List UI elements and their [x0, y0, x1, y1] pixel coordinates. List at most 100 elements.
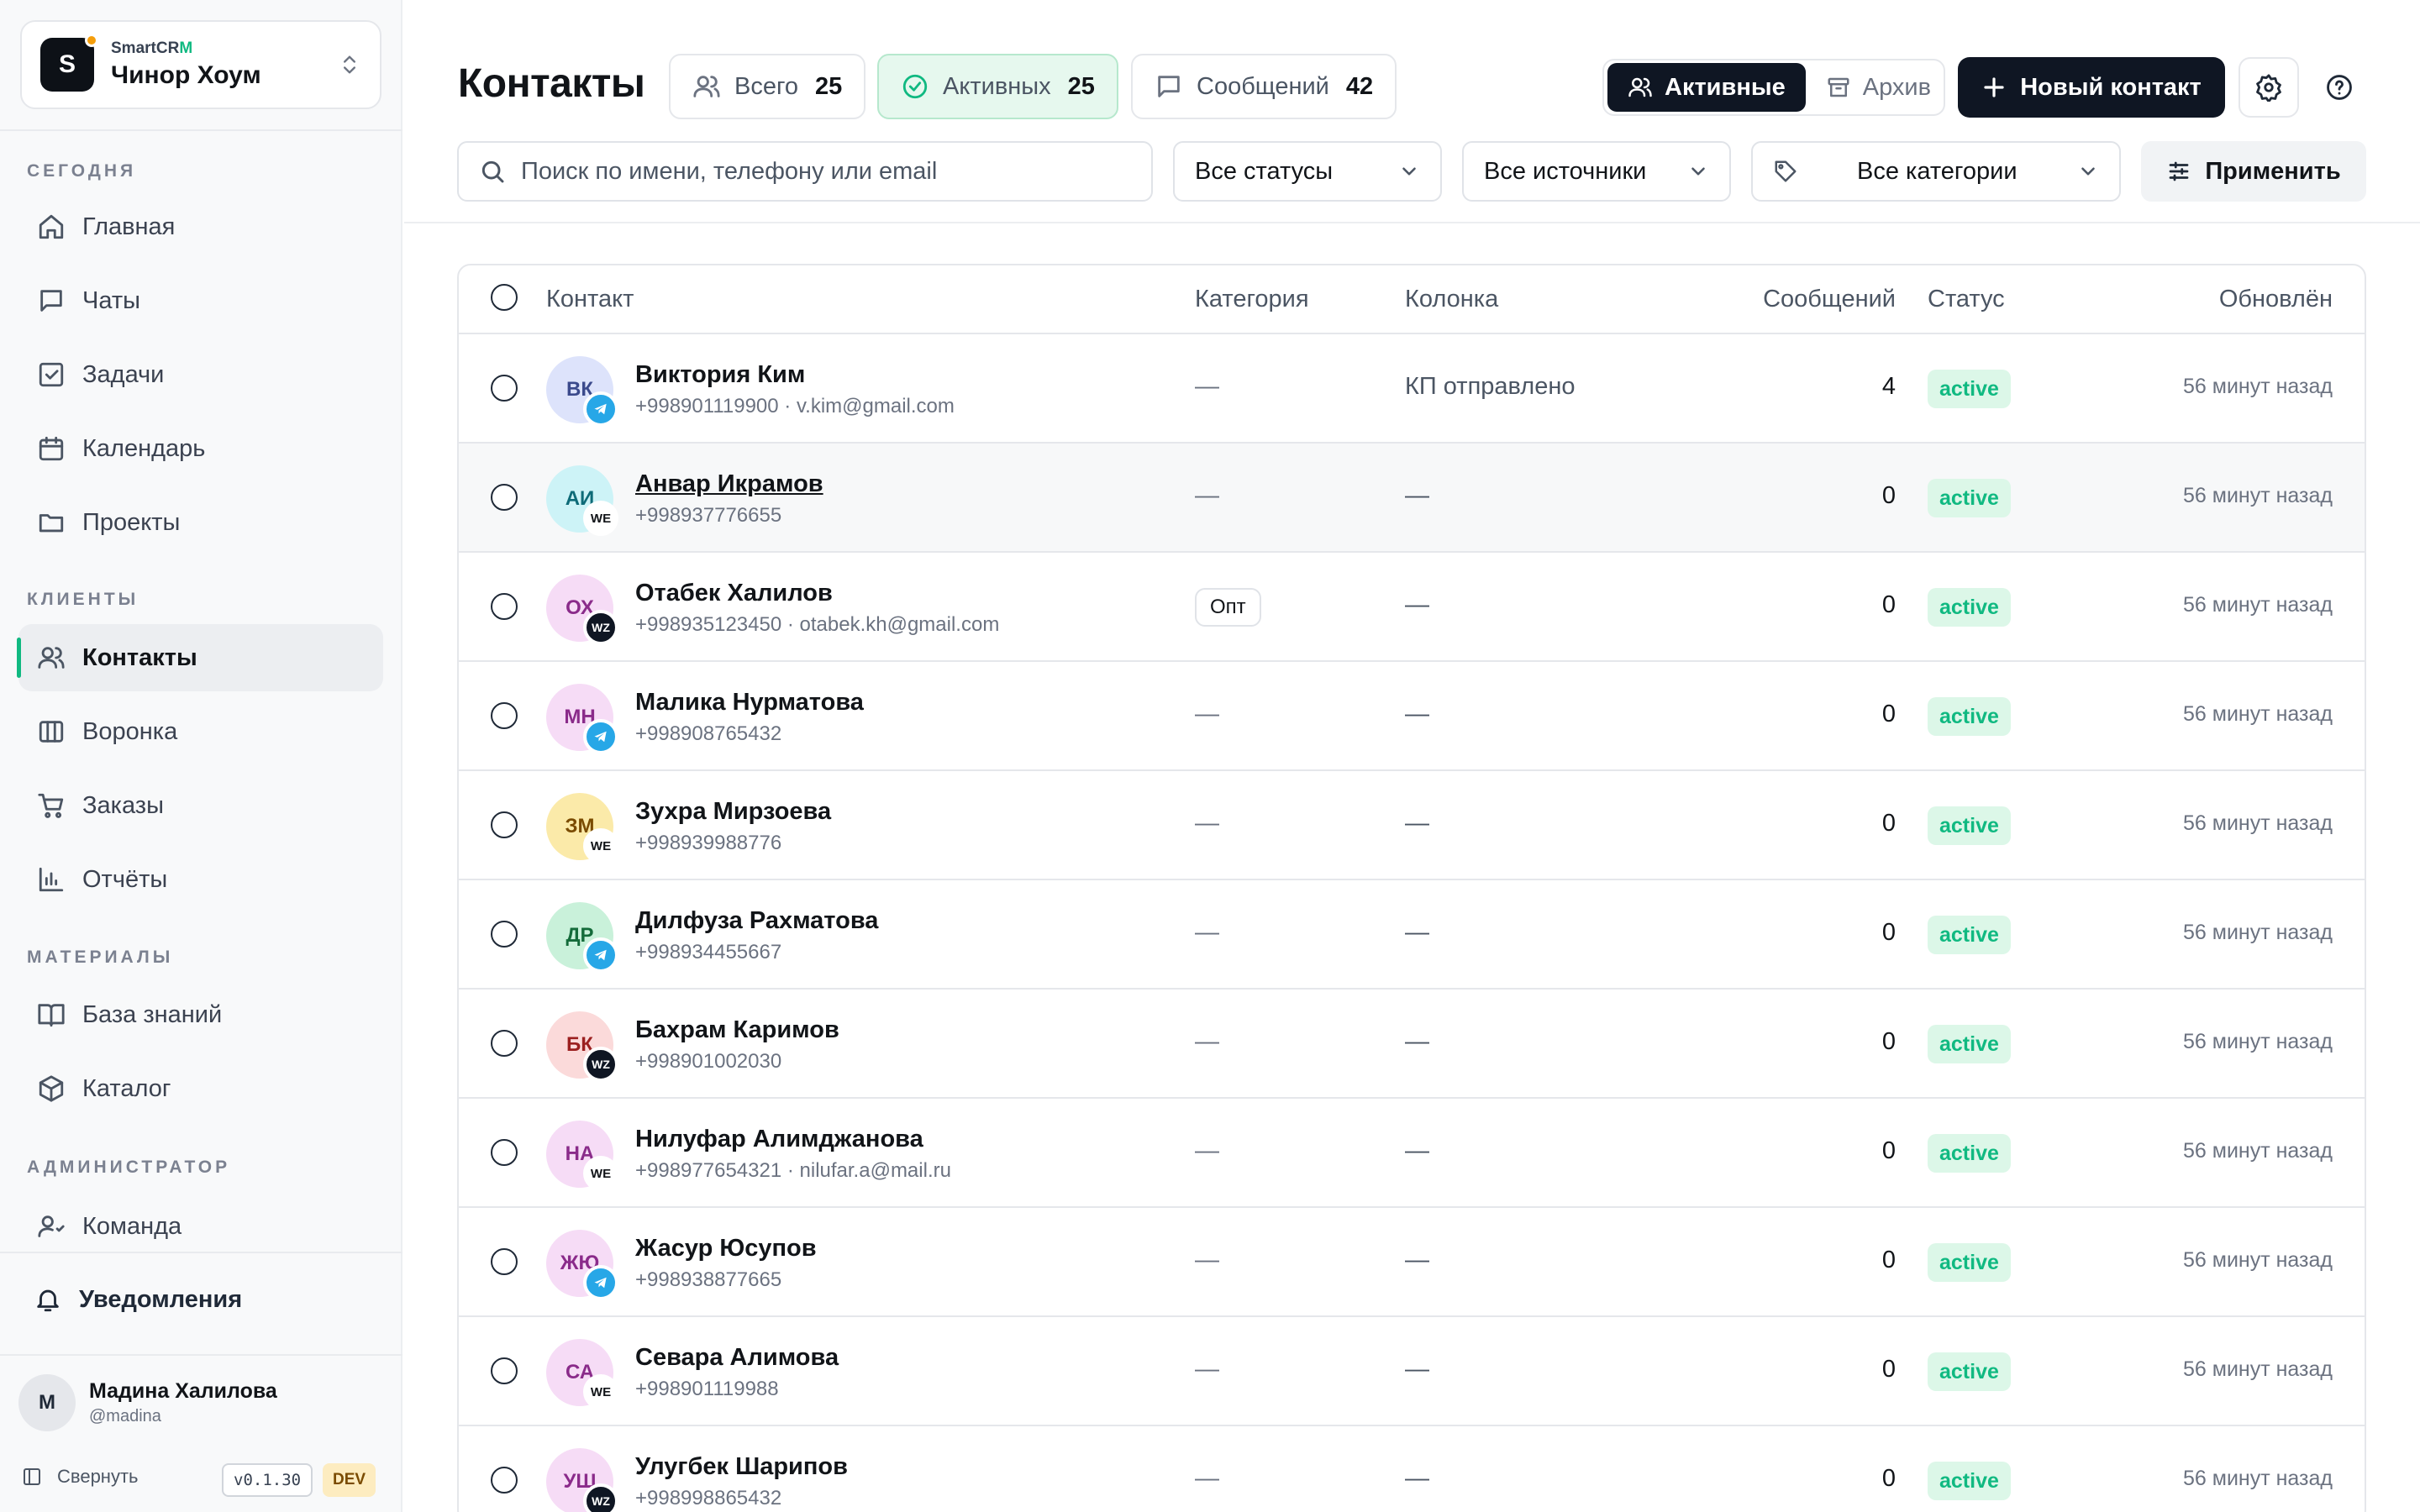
- contact-name[interactable]: Дилфуза Рахматова: [635, 907, 878, 935]
- contact-name[interactable]: Улугбек Шарипов: [635, 1453, 848, 1481]
- table-row[interactable]: ОХ WZ Отабек Халилов +998935123450 · ota…: [459, 553, 2365, 662]
- column-header-category[interactable]: Категория: [1195, 286, 1309, 313]
- user-profile[interactable]: М Мадина Халилова @madina: [18, 1374, 277, 1431]
- source-filter[interactable]: Все источники: [1462, 141, 1731, 202]
- search-input[interactable]: [521, 157, 1109, 186]
- row-checkbox[interactable]: [491, 484, 518, 511]
- apply-filters-button[interactable]: Применить: [2141, 141, 2366, 202]
- stat-active[interactable]: Активных 25: [877, 54, 1118, 119]
- status-filter[interactable]: Все статусы: [1173, 141, 1442, 202]
- column-cell: —: [1405, 1356, 1429, 1383]
- notifications-button[interactable]: Уведомления: [34, 1285, 242, 1314]
- category-chip[interactable]: Опт: [1195, 588, 1261, 627]
- contact-name[interactable]: Жасур Юсупов: [635, 1235, 817, 1263]
- folder-icon: [39, 514, 64, 533]
- sidebar-item-projects[interactable]: Проекты: [18, 489, 383, 556]
- contact-name[interactable]: Отабек Халилов: [635, 580, 833, 607]
- row-checkbox[interactable]: [491, 1357, 518, 1384]
- sidebar-item-reports[interactable]: Отчёты: [18, 846, 383, 913]
- section-title-materials: МАТЕРИАЛЫ: [27, 948, 174, 967]
- row-checkbox[interactable]: [491, 1467, 518, 1494]
- contact-name[interactable]: Виктория Ким: [635, 361, 805, 389]
- sidebar-item-label: Каталог: [82, 1074, 171, 1102]
- sidebar-item-catalog[interactable]: Каталог: [18, 1055, 383, 1122]
- sidebar: S SmartCRM Чинор Хоум СЕГОДНЯ Главная Ча…: [0, 0, 402, 1512]
- row-checkbox[interactable]: [491, 921, 518, 948]
- table-row[interactable]: ЖЮ Жасур Юсупов +998938877665 — — 0 acti…: [459, 1208, 2365, 1317]
- row-checkbox[interactable]: [491, 702, 518, 729]
- settings-button[interactable]: [2238, 57, 2299, 118]
- column-cell: КП отправлено: [1405, 373, 1576, 400]
- sidebar-item-home[interactable]: Главная: [18, 193, 383, 260]
- row-checkbox[interactable]: [491, 375, 518, 402]
- contact-name[interactable]: Севара Алимова: [635, 1344, 839, 1372]
- stat-total[interactable]: Всего 25: [669, 54, 866, 119]
- sidebar-item-funnel[interactable]: Воронка: [18, 698, 383, 765]
- contact-name[interactable]: Нилуфар Алимджанова: [635, 1126, 923, 1153]
- category-filter[interactable]: Все категории: [1751, 141, 2121, 202]
- sidebar-item-team[interactable]: Команда: [18, 1193, 383, 1260]
- help-button[interactable]: [2309, 57, 2370, 118]
- column-header-contact[interactable]: Контакт: [546, 286, 634, 313]
- table-row[interactable]: НА WE Нилуфар Алимджанова +998977654321 …: [459, 1099, 2365, 1208]
- table-row[interactable]: СА WE Севара Алимова +998901119988 — — 0…: [459, 1317, 2365, 1426]
- table-row[interactable]: ВК Виктория Ким +998901119900 · v.kim@gm…: [459, 334, 2365, 444]
- column-cell: —: [1405, 810, 1429, 837]
- workspace-status-dot: [85, 34, 98, 47]
- table-row[interactable]: АИ WE Анвар Икрамов +998937776655 — — 0 …: [459, 444, 2365, 553]
- row-checkbox[interactable]: [491, 1030, 518, 1057]
- page-title: Контакты: [458, 61, 645, 106]
- chart-icon: [39, 867, 64, 892]
- row-checkbox[interactable]: [491, 1139, 518, 1166]
- contacts-table: Контакт Категория Колонка Сообщений Стат…: [457, 264, 2366, 1512]
- workspace-switcher[interactable]: S SmartCRM Чинор Хоум: [20, 20, 381, 109]
- updated-time: 56 минут назад: [2183, 593, 2333, 617]
- select-all-checkbox[interactable]: [491, 284, 518, 311]
- column-header-status[interactable]: Статус: [1928, 286, 2005, 313]
- status-badge: active: [1928, 588, 2011, 627]
- row-checkbox[interactable]: [491, 593, 518, 620]
- sidebar-item-label: Проекты: [82, 508, 181, 536]
- updated-time: 56 минут назад: [2183, 1467, 2333, 1490]
- version-badge: v0.1.30: [222, 1463, 313, 1497]
- collapse-sidebar-button[interactable]: Свернуть: [22, 1466, 139, 1488]
- updated-time: 56 минут назад: [2183, 921, 2333, 944]
- table-row[interactable]: ДР Дилфуза Рахматова +998934455667 — — 0…: [459, 880, 2365, 990]
- new-contact-button[interactable]: Новый контакт: [1958, 57, 2225, 118]
- row-checkbox[interactable]: [491, 1248, 518, 1275]
- stat-value: 25: [815, 72, 843, 100]
- table-row[interactable]: БК WZ Бахрам Каримов +998901002030 — — 0…: [459, 990, 2365, 1099]
- contact-name[interactable]: Малика Нурматова: [635, 689, 864, 717]
- toggle-archive[interactable]: Архив: [1806, 63, 1951, 112]
- category-cell: —: [1195, 919, 1219, 946]
- table-row[interactable]: ЗМ WE Зухра Мирзоева +998939988776 — — 0…: [459, 771, 2365, 880]
- sidebar-item-knowledge-base[interactable]: База знаний: [18, 981, 383, 1048]
- status-badge: active: [1928, 1462, 2011, 1500]
- status-badge: active: [1928, 479, 2011, 517]
- status-badge: active: [1928, 1025, 2011, 1063]
- sidebar-item-chats[interactable]: Чаты: [18, 267, 383, 334]
- wz-source-icon: WZ: [583, 1483, 618, 1512]
- user-name: Мадина Халилова: [89, 1379, 277, 1403]
- sidebar-divider: [0, 1252, 402, 1253]
- table-row[interactable]: УШ WZ Улугбек Шарипов +998998865432 — — …: [459, 1426, 2365, 1512]
- stat-messages[interactable]: Сообщений 42: [1131, 54, 1397, 119]
- sidebar-item-contacts[interactable]: Контакты: [17, 624, 383, 691]
- row-checkbox[interactable]: [491, 811, 518, 838]
- sidebar-item-tasks[interactable]: Задачи: [18, 341, 383, 408]
- source-filter-value: Все источники: [1484, 157, 1647, 185]
- sidebar-item-orders[interactable]: Заказы: [18, 772, 383, 839]
- chevron-down-icon: [1691, 167, 1705, 176]
- sidebar-item-calendar[interactable]: Календарь: [18, 415, 383, 482]
- contact-name[interactable]: Бахрам Каримов: [635, 1016, 839, 1044]
- telegram-icon: [583, 391, 618, 427]
- search-box: [457, 141, 1153, 202]
- book-icon: [38, 1004, 65, 1027]
- column-header-column[interactable]: Колонка: [1405, 286, 1498, 313]
- column-header-messages[interactable]: Сообщений: [1763, 286, 1896, 313]
- toggle-active[interactable]: Активные: [1607, 63, 1806, 112]
- contact-name[interactable]: Анвар Икрамов: [635, 470, 823, 498]
- column-header-updated[interactable]: Обновлён: [2219, 286, 2333, 313]
- contact-name[interactable]: Зухра Мирзоева: [635, 798, 831, 826]
- table-row[interactable]: МН Малика Нурматова +998908765432 — — 0 …: [459, 662, 2365, 771]
